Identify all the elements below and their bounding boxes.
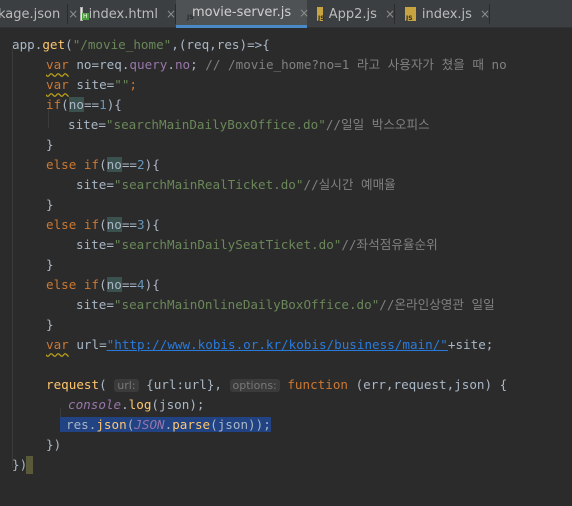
tab-label: index.html — [88, 6, 158, 22]
tab-index-html[interactable]: index.html × — [70, 0, 176, 28]
code-line-13: else if(no==4){ — [46, 277, 160, 292]
url-link: "http://www.kobis.or.kr/kobis/business/m… — [106, 337, 448, 352]
code-line-5: site="searchMainDailyBoxOffice.do"//일일 박… — [68, 117, 430, 132]
code-line-19: console.log(json); — [68, 397, 205, 412]
js-file-icon — [405, 7, 416, 22]
tab-index-js[interactable]: index.js × — [395, 0, 490, 28]
code-line-16: var url="http://www.kobis.or.kr/kobis/bu… — [46, 337, 494, 352]
code-line-4: if(no==1){ — [46, 97, 122, 112]
code-line-21: }) — [46, 437, 62, 452]
code-editor[interactable]: app.get("/movie_home",(req,res)=>{ var n… — [0, 28, 572, 506]
code-line-11: site="searchMainDailySeatTicket.do"//좌석점… — [76, 237, 438, 252]
code-line-10: else if(no==3){ — [46, 217, 160, 232]
tab-app2-js[interactable]: App2.js × — [307, 0, 395, 28]
editor-tab-bar: kage.json × index.html × movie-server.js… — [0, 0, 572, 28]
code-line-12: } — [46, 257, 54, 272]
tab-package-json[interactable]: kage.json × — [0, 0, 78, 28]
code-line-7: else if(no==2){ — [46, 157, 160, 172]
indent-guide — [12, 48, 13, 468]
tab-label: movie-server.js — [192, 5, 292, 20]
parameter-hint-url: url: — [114, 379, 139, 392]
code-line-1: app.get("/movie_home",(req,res)=>{ — [12, 37, 270, 52]
code-line-22: }) — [12, 457, 28, 472]
html-file-icon — [80, 7, 88, 21]
code-line-14: site="searchMainOnlineDailyBoxOffice.do"… — [76, 297, 495, 312]
js-file-icon — [317, 7, 324, 22]
tab-movie-server-js[interactable]: movie-server.js × — [176, 0, 309, 28]
code-line-3: var site=""; — [46, 77, 138, 92]
code-line-18: request( url: {url:url}, options: functi… — [46, 377, 508, 392]
tab-label: index.js — [421, 6, 472, 22]
code-line-15: } — [46, 317, 54, 332]
brace-match-marker — [26, 456, 33, 474]
code-line-2: var no=req.query.no; // /movie_home?no=1… — [46, 57, 507, 72]
code-line-20-selected: res.json(JSON.parse(json)); — [60, 415, 271, 435]
parameter-hint-options: options: — [229, 379, 280, 392]
code-line-8: site="searchMainRealTicket.do"//실시간 예매율 — [76, 177, 396, 192]
tab-divider — [489, 4, 490, 24]
code-line-6: } — [46, 137, 54, 152]
tab-label: kage.json — [0, 6, 61, 22]
tab-divider — [67, 4, 68, 24]
code-line-9: } — [46, 197, 54, 212]
tab-label: App2.js — [328, 6, 377, 22]
